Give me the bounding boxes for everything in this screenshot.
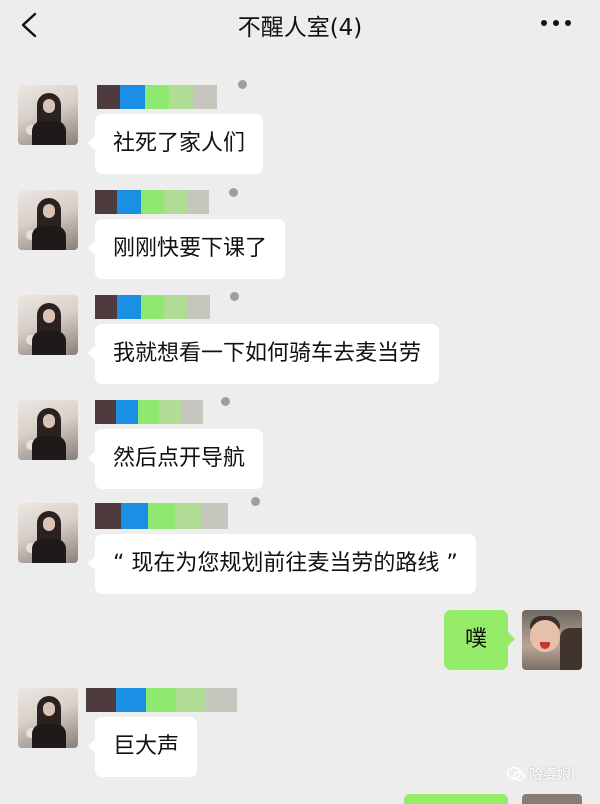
- sender-name-mosaic: [86, 688, 237, 712]
- wechat-watermark-icon: [507, 766, 525, 781]
- sender-avatar[interactable]: [18, 400, 78, 460]
- chat-header: 不醒人室(4): [0, 0, 600, 50]
- sender-name-mosaic: [95, 295, 210, 319]
- message-bubble[interactable]: 然后点开导航: [87, 429, 264, 489]
- close-dot-icon: [251, 497, 260, 506]
- sender-avatar[interactable]: [18, 295, 78, 355]
- partial-avatar: [522, 794, 582, 804]
- sender-name-mosaic: [95, 503, 228, 529]
- close-dot-icon: [238, 80, 247, 89]
- sender-avatar[interactable]: [18, 85, 78, 145]
- watermark: 哈婆娘i: [507, 764, 575, 784]
- message-bubble[interactable]: 刚刚快要下课了: [87, 219, 286, 279]
- sender-name-mosaic: [97, 85, 217, 109]
- sender-avatar[interactable]: [18, 503, 78, 563]
- sender-avatar[interactable]: [18, 688, 78, 748]
- sender-avatar[interactable]: [18, 190, 78, 250]
- my-avatar[interactable]: [522, 610, 582, 670]
- watermark-text: 哈婆娘i: [529, 767, 575, 783]
- my-message-bubble[interactable]: 噗: [444, 610, 515, 670]
- sender-name-mosaic: [95, 400, 203, 424]
- message-bubble[interactable]: 社死了家人们: [87, 114, 264, 174]
- chat-title: 不醒人室(4): [237, 15, 363, 41]
- close-dot-icon: [229, 188, 238, 197]
- message-bubble[interactable]: “ 现在为您规划前往麦当劳的路线 ”: [88, 534, 476, 594]
- sender-name-mosaic: [95, 190, 209, 214]
- message-bubble[interactable]: 巨大声: [87, 717, 198, 777]
- partial-message-bubble: [404, 794, 508, 804]
- more-icon[interactable]: [540, 19, 572, 27]
- close-dot-icon: [230, 292, 239, 301]
- message-bubble[interactable]: 我就想看一下如何骑车去麦当劳: [87, 324, 440, 384]
- close-dot-icon: [221, 397, 230, 406]
